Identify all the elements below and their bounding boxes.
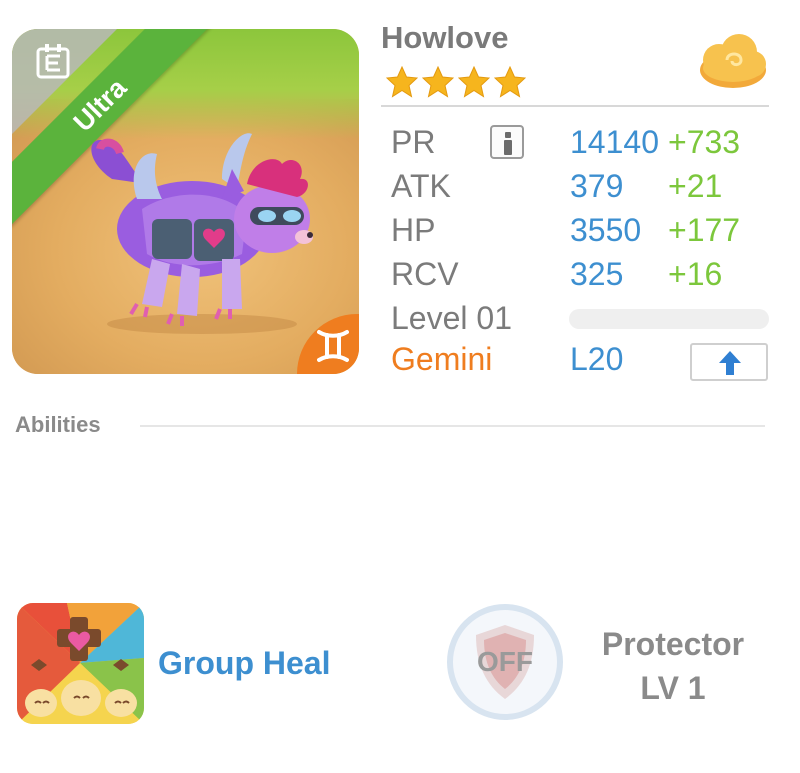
level-label: Level 01 [391, 300, 512, 336]
experience-bar [569, 309, 769, 329]
atk-label: ATK [391, 168, 451, 204]
creature-portrait[interactable]: Ultra [12, 29, 359, 374]
evolve-cloud-icon[interactable] [697, 30, 769, 92]
atk-value: 379 [570, 168, 624, 204]
level-cap: L20 [570, 341, 624, 377]
abilities-divider [140, 425, 765, 427]
info-icon-dot [505, 132, 511, 138]
pr-bonus: +733 [668, 124, 741, 160]
pr-value: 14140 [570, 124, 659, 160]
rcv-label: RCV [391, 256, 459, 292]
group-heal-icon[interactable] [17, 603, 144, 724]
star-icon [457, 65, 491, 103]
equipment-icon[interactable] [36, 43, 70, 79]
star-icon [493, 65, 527, 103]
hp-value: 3550 [570, 212, 642, 248]
abilities-heading: Abilities [15, 412, 101, 437]
gemini-icon [317, 330, 349, 362]
pr-label: PR [391, 124, 436, 160]
hp-label: HP [391, 212, 436, 248]
star-rating [385, 65, 530, 103]
level-up-button[interactable] [690, 343, 768, 381]
star-icon [421, 65, 455, 103]
header-divider [381, 105, 769, 107]
rcv-value: 325 [570, 256, 624, 292]
passive-ability-label: Protector LV 1 [578, 622, 768, 710]
rcv-bonus: +16 [668, 256, 723, 292]
protector-shield-icon[interactable]: OFF [446, 603, 564, 721]
atk-bonus: +21 [668, 168, 723, 204]
zodiac-sign-label: Gemini [391, 341, 493, 377]
passive-ability-name: Protector [601, 626, 745, 662]
creature-artwork [91, 133, 313, 334]
active-ability-name[interactable]: Group Heal [158, 645, 330, 682]
star-icon [385, 65, 419, 103]
passive-ability-level: LV 1 [640, 670, 706, 706]
info-icon-bar [504, 140, 512, 155]
hp-bonus: +177 [668, 212, 741, 248]
creature-name: Howlove [381, 20, 509, 55]
up-arrow-icon [719, 351, 741, 375]
passive-state: OFF [477, 646, 533, 677]
info-button[interactable] [490, 125, 524, 159]
